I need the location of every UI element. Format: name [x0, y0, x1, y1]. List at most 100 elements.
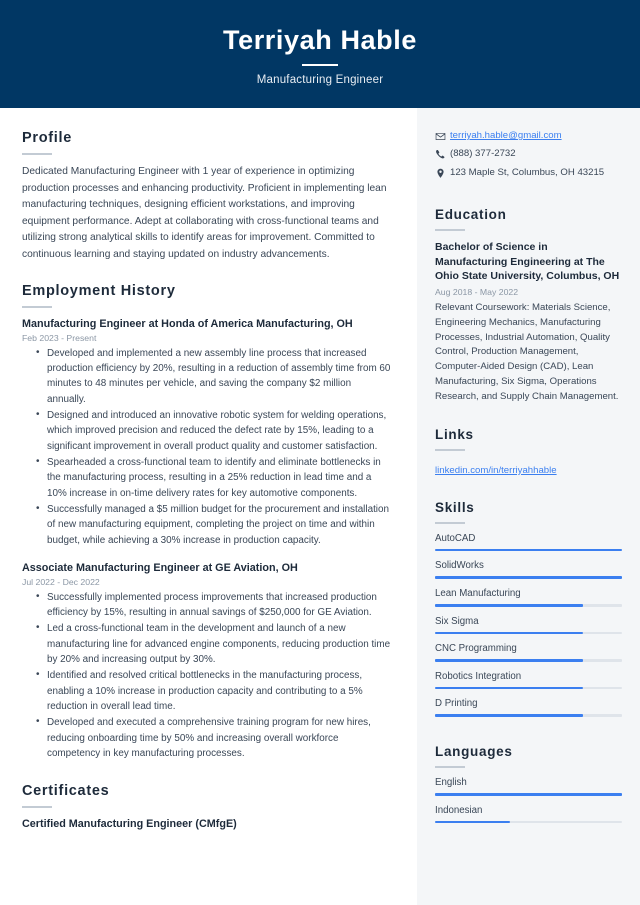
linkedin-link[interactable]: linkedin.com/in/terriyahhable	[435, 465, 557, 476]
education-date: Aug 2018 - May 2022	[435, 286, 519, 297]
job-bullet: Identified and resolved critical bottlen…	[36, 667, 391, 714]
section-rule	[435, 448, 465, 451]
contact-phone-row: (888) 377-2732	[435, 148, 622, 160]
job-bullets: Successfully implemented process improve…	[36, 589, 391, 762]
skill-label: CNC Programming	[435, 643, 517, 655]
job-entry: Manufacturing Engineer at Honda of Ameri…	[22, 317, 391, 548]
page-title: Terriyah Hable	[223, 24, 417, 55]
skill-bar-fill	[435, 686, 583, 690]
section-heading-links: Links	[435, 426, 474, 442]
job-bullet: Developed and implemented a new assembly…	[36, 345, 391, 407]
job-title: Manufacturing Engineer at Honda of Ameri…	[22, 318, 353, 331]
section-links: Links linkedin.com/in/terriyahhable	[435, 427, 622, 478]
skill-label: Robotics Integration	[435, 670, 522, 682]
map-pin-icon	[435, 167, 450, 179]
header-divider	[302, 64, 338, 67]
skill-bar-track	[435, 576, 622, 580]
skill-item: CNC Programming	[435, 643, 622, 662]
education-title: Bachelor of Science in Manufacturing Eng…	[435, 241, 620, 283]
skill-label: Six Sigma	[435, 615, 479, 627]
language-bar-fill	[435, 793, 622, 796]
section-profile: Profile Dedicated Manufacturing Engineer…	[22, 130, 391, 263]
header-subtitle: Manufacturing Engineer	[256, 74, 384, 87]
job-date: Feb 2023 - Present	[22, 332, 97, 343]
section-education: Education Bachelor of Science in Manufac…	[435, 207, 622, 404]
skill-item: SolidWorks	[435, 560, 622, 580]
skill-bar-fill	[435, 659, 583, 662]
section-rule	[435, 521, 465, 524]
skill-item: Robotics Integration	[435, 671, 622, 690]
skill-bar-fill	[435, 714, 583, 718]
contact-address-row: 123 Maple St, Columbus, OH 43215	[435, 167, 622, 179]
language-item: English	[435, 777, 622, 796]
resume-header: Terriyah Hable Manufacturing Engineer	[0, 0, 640, 108]
skill-bar-fill	[435, 631, 583, 635]
section-heading-education: Education	[435, 207, 507, 223]
resume-body: Profile Dedicated Manufacturing Engineer…	[0, 108, 640, 905]
section-certificates: Certificates Certified Manufacturing Eng…	[22, 783, 391, 832]
section-rule	[435, 766, 465, 769]
job-bullet: Successfully implemented process improve…	[36, 589, 391, 621]
section-heading-languages: Languages	[435, 744, 513, 760]
email-link[interactable]: terriyah.hable@gmail.com	[450, 130, 562, 142]
skill-bar-fill	[435, 548, 622, 552]
section-heading-skills: Skills	[435, 499, 475, 515]
education-description: Relevant Coursework: Materials Science, …	[435, 301, 619, 403]
skill-item: AutoCAD	[435, 533, 622, 552]
job-title: Associate Manufacturing Engineer at GE A…	[22, 562, 298, 575]
skill-label: D Printing	[435, 698, 478, 710]
skill-bar-track	[435, 631, 622, 635]
skill-label: Lean Manufacturing	[435, 588, 521, 600]
job-bullet: Designed and introduced an innovative ro…	[36, 407, 391, 454]
skill-bar-track	[435, 604, 622, 607]
contact-email-row[interactable]: terriyah.hable@gmail.com	[435, 130, 622, 142]
skill-bar-fill	[435, 604, 583, 607]
job-date: Jul 2022 - Dec 2022	[22, 576, 100, 587]
job-entry: Associate Manufacturing Engineer at GE A…	[22, 561, 391, 761]
section-skills: Skills AutoCAD SolidWorks Lean Manufactu…	[435, 499, 622, 718]
envelope-icon	[435, 130, 450, 142]
phone-text: (888) 377-2732	[450, 148, 516, 160]
skill-bar-track	[435, 686, 622, 690]
main-column: Profile Dedicated Manufacturing Engineer…	[0, 108, 417, 905]
job-bullet: Successfully managed a $5 million budget…	[36, 501, 391, 548]
contact-block: terriyah.hable@gmail.com (888) 377-2732	[435, 130, 622, 179]
skill-label: AutoCAD	[435, 532, 476, 544]
language-bar-track	[435, 820, 622, 824]
language-label: Indonesian	[435, 804, 483, 816]
skill-bar-track	[435, 714, 622, 718]
profile-text: Dedicated Manufacturing Engineer with 1 …	[22, 166, 387, 260]
language-label: English	[435, 777, 467, 789]
section-employment: Employment History Manufacturing Enginee…	[22, 283, 391, 761]
section-rule	[22, 153, 52, 155]
section-rule	[22, 306, 52, 309]
sidebar-column: terriyah.hable@gmail.com (888) 377-2732	[417, 108, 640, 905]
skill-label: SolidWorks	[435, 560, 484, 572]
phone-icon	[435, 148, 450, 160]
job-bullet: Developed and executed a comprehensive t…	[36, 714, 391, 761]
language-bar-fill	[435, 820, 510, 824]
skill-item: D Printing	[435, 698, 622, 718]
skill-item: Lean Manufacturing	[435, 588, 622, 607]
job-bullet: Spearheaded a cross-functional team to i…	[36, 454, 391, 501]
address-text: 123 Maple St, Columbus, OH 43215	[450, 166, 605, 178]
language-item: Indonesian	[435, 805, 622, 824]
language-bar-track	[435, 793, 622, 796]
section-heading-profile: Profile	[22, 130, 73, 146]
certificate-title: Certified Manufacturing Engineer (CMfgE)	[22, 818, 237, 831]
section-heading-employment: Employment History	[22, 283, 176, 300]
job-bullet: Led a cross-functional team in the devel…	[36, 620, 391, 667]
section-heading-certificates: Certificates	[22, 783, 110, 800]
skill-bar-track	[435, 659, 622, 662]
skill-bar-fill	[435, 576, 622, 580]
skill-bar-track	[435, 548, 622, 552]
skill-item: Six Sigma	[435, 616, 622, 635]
job-bullets: Developed and implemented a new assembly…	[36, 345, 391, 548]
resume-page: Terriyah Hable Manufacturing Engineer Pr…	[0, 0, 640, 905]
